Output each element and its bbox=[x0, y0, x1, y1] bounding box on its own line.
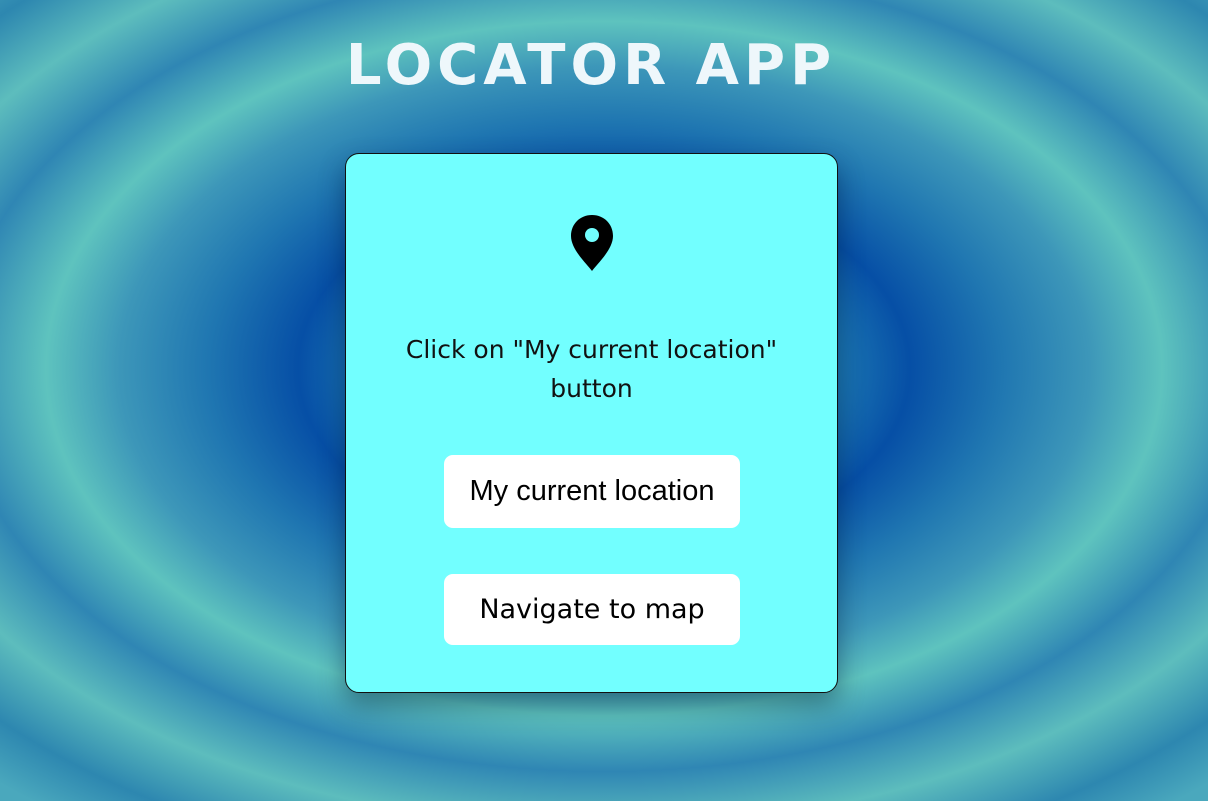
instruction-text: Click on "My current location" button bbox=[405, 335, 778, 403]
locator-card: Click on "My current location" button My… bbox=[345, 153, 838, 693]
navigate-to-map-button[interactable]: Navigate to map bbox=[444, 574, 740, 645]
my-current-location-button[interactable]: My current location bbox=[444, 455, 740, 528]
page-title: LOCATOR APP bbox=[345, 33, 837, 98]
location-pin-icon bbox=[346, 214, 837, 272]
